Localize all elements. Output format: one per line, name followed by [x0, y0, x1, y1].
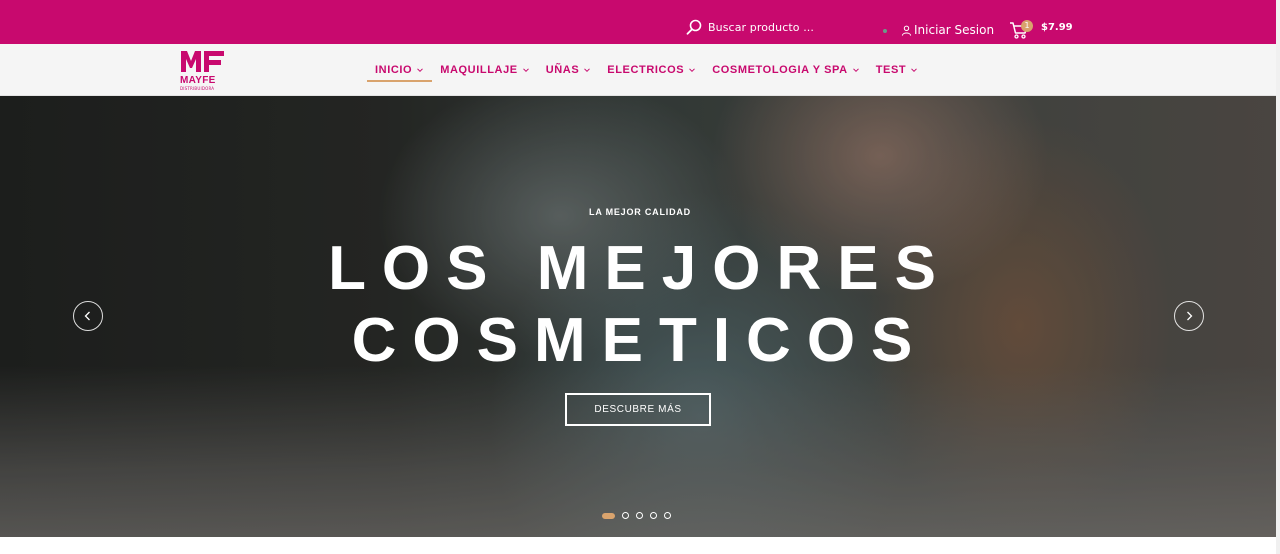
nav-item-inicio[interactable]: INICIO — [367, 44, 433, 96]
slider-dot-1[interactable] — [602, 512, 615, 519]
hero-headline-line1: LOS MEJORES — [328, 234, 952, 303]
brand-name: MAYFE — [180, 75, 216, 86]
slider-dot-5[interactable] — [664, 512, 671, 519]
nav-item-label: TEST — [875, 64, 907, 76]
cart-count-badge: 1 — [1021, 20, 1033, 32]
login-label: Iniciar Sesion — [914, 23, 995, 37]
nav-item-electricos[interactable]: ELECTRICOS — [599, 44, 704, 96]
cart-total[interactable]: $7.99 — [1041, 22, 1073, 33]
page-scrollbar[interactable] — [1276, 0, 1280, 554]
chevron-down-icon — [584, 68, 591, 73]
chevron-left-icon — [84, 311, 90, 321]
slider-dot-3[interactable] — [636, 512, 643, 519]
login-link[interactable]: Iniciar Sesion — [901, 23, 994, 37]
brand-subtitle: DISTRIBUIDORA — [180, 86, 215, 91]
search-icon[interactable] — [686, 19, 702, 35]
slider-pagination — [602, 512, 671, 519]
nav-item-label: INICIO — [375, 64, 413, 76]
hero-slider: LA MEJOR CALIDAD LOS MEJORES COSMETICOS … — [0, 96, 1280, 537]
top-bar: Buscar producto ... Iniciar Sesion 1 $7.… — [0, 0, 1280, 44]
separator-dot — [883, 29, 887, 33]
nav-item-label: COSMETOLOGIA Y SPA — [712, 64, 848, 76]
chevron-right-icon — [1187, 311, 1193, 321]
nav-item-label: UÑAS — [545, 64, 580, 76]
logo-mark — [181, 51, 224, 72]
chevron-down-icon — [852, 68, 859, 73]
hero-headline-line2: COSMETICOS — [351, 306, 929, 375]
main-menu: INICIO MAQUILLAJE UÑAS ELECTRICOS COSMET… — [367, 44, 926, 96]
slider-dot-4[interactable] — [650, 512, 657, 519]
slider-next-button[interactable] — [1174, 301, 1204, 331]
slider-dot-2[interactable] — [622, 512, 629, 519]
nav-item-maquillaje[interactable]: MAQUILLAJE — [432, 44, 538, 96]
nav-item-unas[interactable]: UÑAS — [538, 44, 600, 96]
chevron-down-icon — [911, 68, 918, 73]
chevron-down-icon — [522, 68, 529, 73]
slider-prev-button[interactable] — [73, 301, 103, 331]
brand-logo[interactable]: MAYFE DISTRIBUIDORA — [179, 48, 227, 92]
discover-more-button[interactable]: DESCUBRE MÁS — [565, 393, 711, 426]
nav-item-cosmetologia-y-spa[interactable]: COSMETOLOGIA Y SPA — [704, 44, 868, 96]
nav-item-label: ELECTRICOS — [607, 64, 685, 76]
nav-item-label: MAQUILLAJE — [440, 64, 518, 76]
chevron-down-icon — [417, 68, 424, 73]
hero-kicker: LA MEJOR CALIDAD — [589, 207, 691, 217]
search-box[interactable]: Buscar producto ... — [686, 19, 814, 35]
nav-item-test[interactable]: TEST — [868, 44, 927, 96]
chevron-down-icon — [689, 68, 696, 73]
search-input[interactable]: Buscar producto ... — [708, 21, 814, 34]
user-icon — [901, 25, 912, 36]
